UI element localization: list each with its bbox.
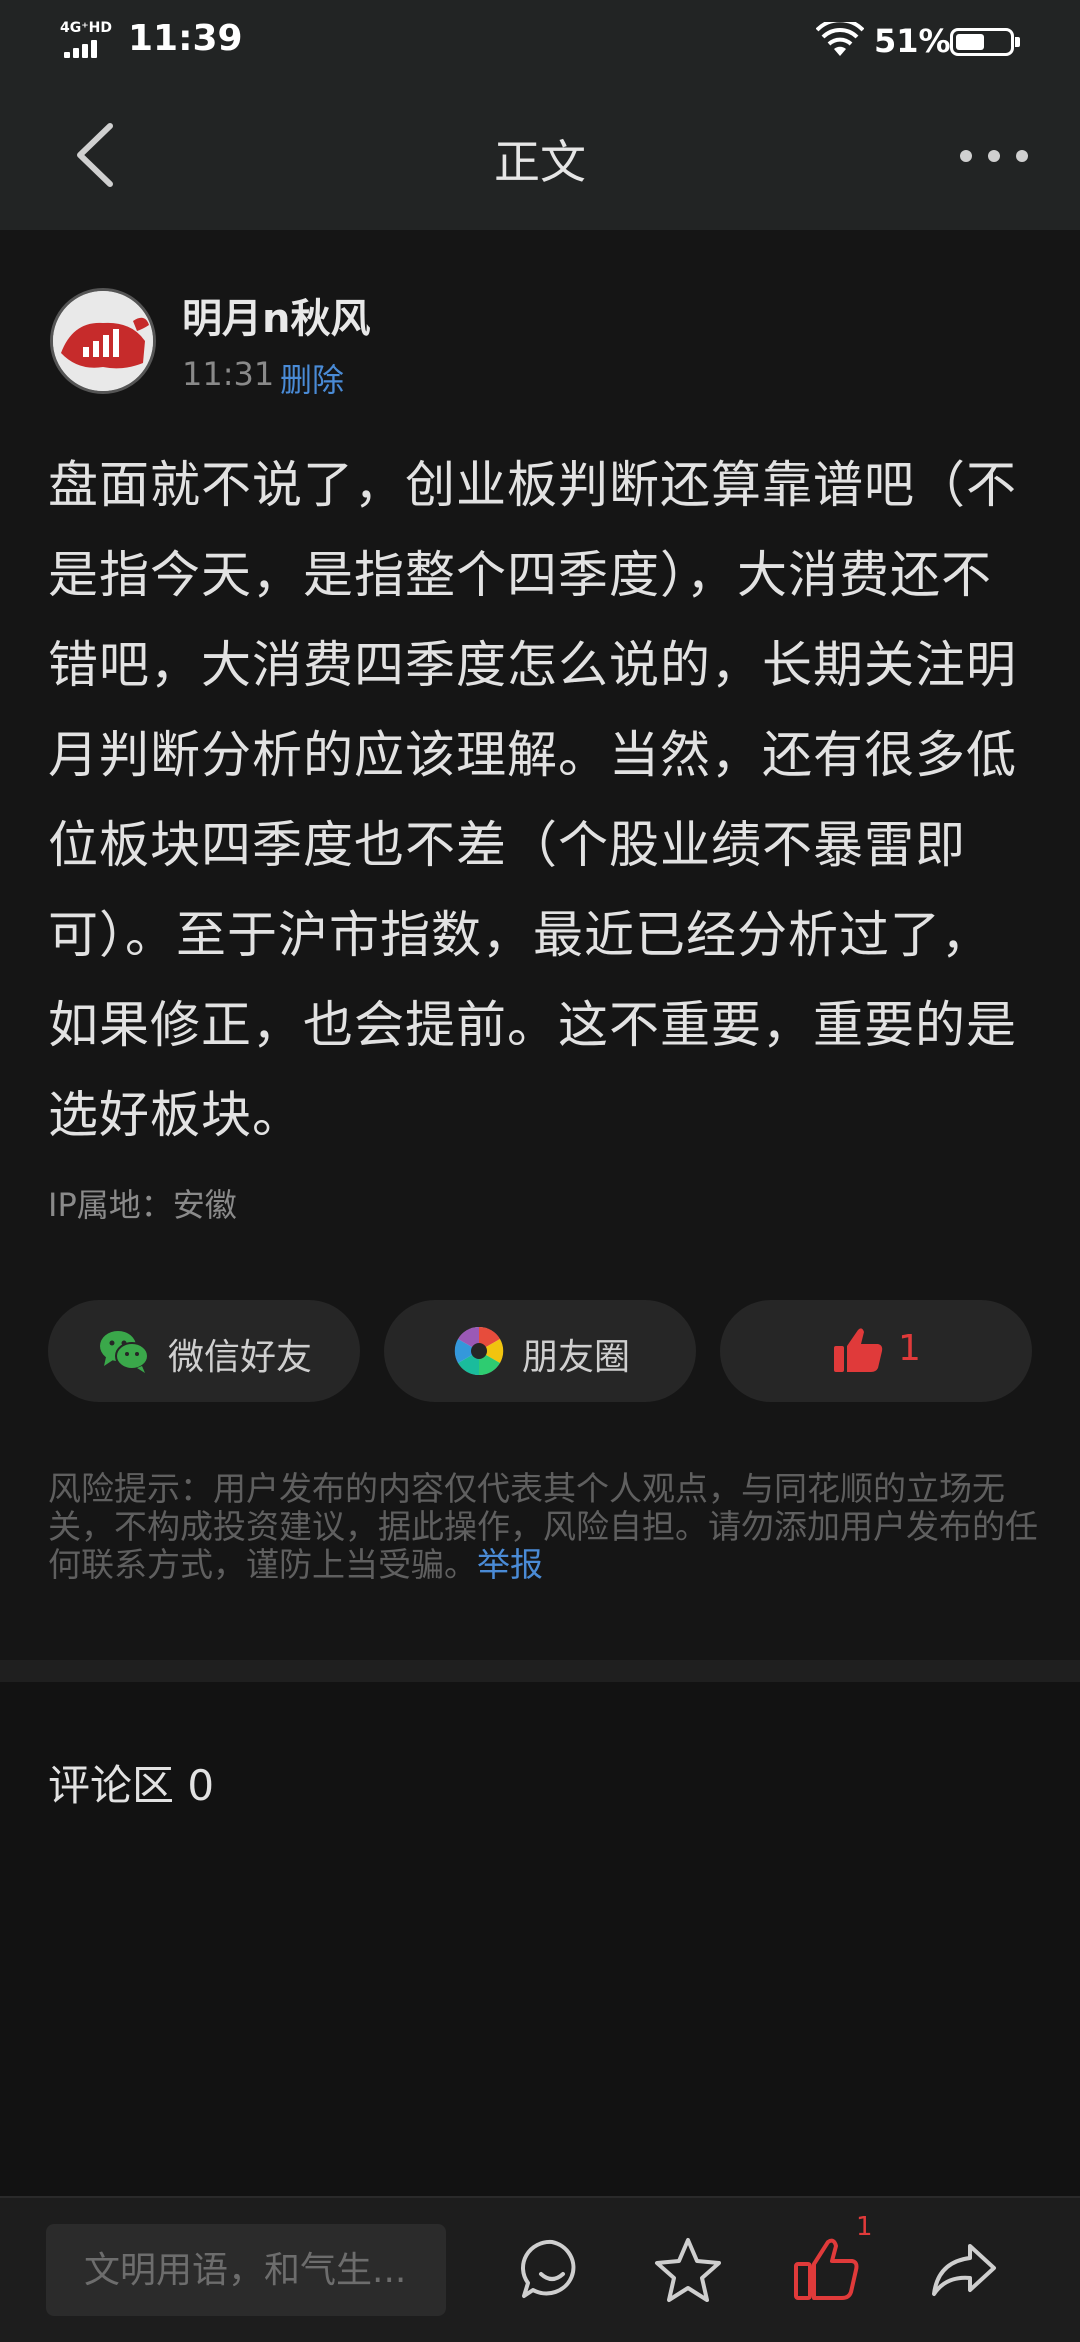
like-count: 1 — [898, 1328, 921, 1369]
author-name[interactable]: 明月n秋风 — [182, 286, 370, 344]
wechat-icon — [100, 1331, 149, 1373]
comment-input[interactable] — [46, 2224, 446, 2316]
share-moments-button[interactable]: 朋友圈 — [384, 1300, 696, 1402]
avatar[interactable] — [50, 288, 156, 394]
delete-button[interactable]: 删除 — [280, 355, 344, 401]
post: 明月n秋风 11:31 删除 盘面就不说了，创业板判断还算靠谱吧（不是指今天，是… — [0, 230, 1080, 1660]
battery-percent: 51% — [874, 22, 951, 60]
thumbs-up-icon — [834, 1328, 883, 1372]
status-time: 11:39 — [128, 18, 243, 59]
report-link[interactable]: 举报 — [477, 1545, 543, 1584]
wifi-icon — [816, 22, 864, 56]
share-moments-label: 朋友圈 — [522, 1337, 631, 1378]
section-divider — [0, 1660, 1080, 1682]
bottom-bar: 1 — [0, 2196, 1080, 2342]
status-bar: 4G⁺HD 11:39 51% — [0, 0, 1080, 80]
share-icon[interactable] — [928, 2234, 1000, 2306]
risk-notice: 风险提示：用户发布的内容仅代表其个人观点，与同花顺的立场无关，不构成投资建议，据… — [48, 1470, 1038, 1584]
post-content: 盘面就不说了，创业板判断还算靠谱吧（不是指今天，是指整个四季度），大消费还不错吧… — [48, 456, 1017, 1144]
nav-bar: 正文 — [0, 80, 1080, 230]
risk-notice-text: 风险提示：用户发布的内容仅代表其个人观点，与同花顺的立场无关，不构成投资建议，据… — [48, 1469, 1038, 1584]
share-wechat-label: 微信好友 — [168, 1337, 313, 1378]
like-button[interactable]: 1 — [720, 1300, 1032, 1402]
moments-icon — [454, 1326, 504, 1376]
like-icon[interactable] — [790, 2234, 862, 2306]
ip-location: IP属地：安徽 — [48, 1186, 237, 1224]
share-wechat-button[interactable]: 微信好友 — [48, 1300, 360, 1402]
signal-icon — [64, 38, 104, 58]
more-icon[interactable] — [960, 140, 1030, 170]
comments-title: 评论区 0 — [48, 1761, 215, 1810]
comment-icon[interactable] — [516, 2234, 588, 2306]
like-badge: 1 — [856, 2212, 873, 2242]
post-time: 11:31 — [182, 355, 275, 393]
page-title: 正文 — [494, 135, 586, 189]
network-type: 4G⁺HD — [60, 20, 112, 36]
battery-icon — [950, 28, 1020, 56]
star-icon[interactable] — [652, 2234, 724, 2306]
